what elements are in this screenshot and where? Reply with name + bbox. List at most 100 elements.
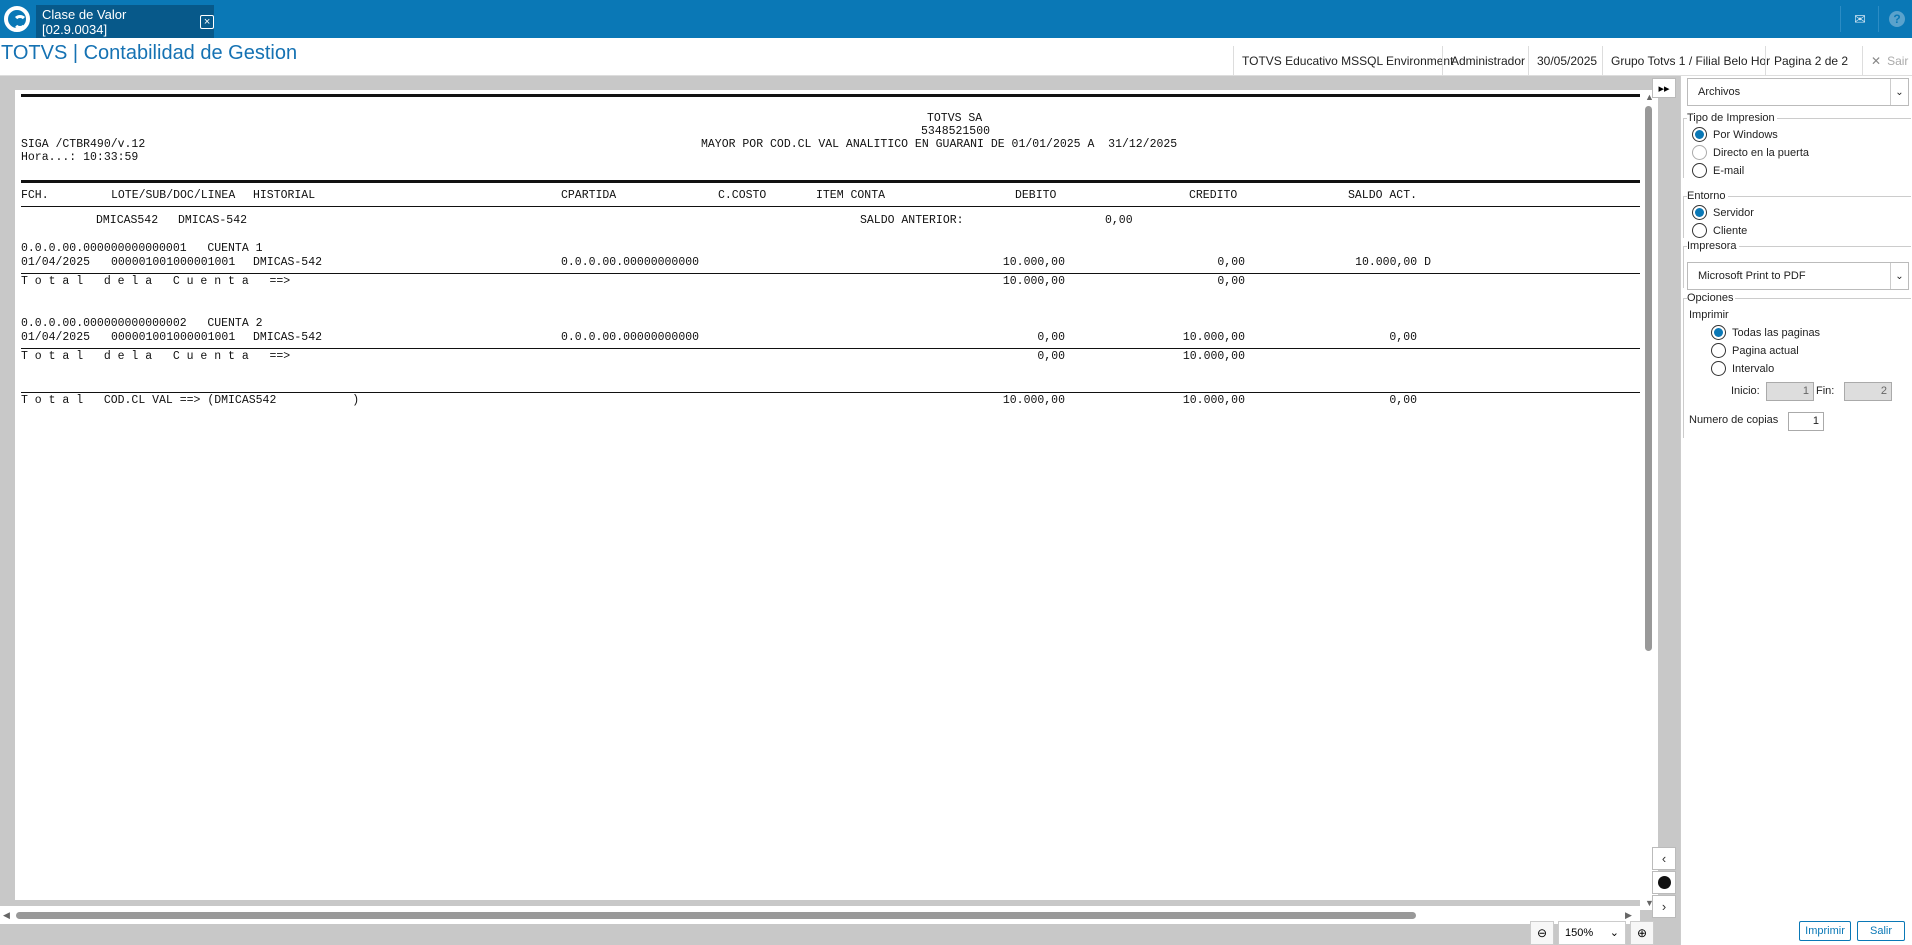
tab-title: Clase de Valor [02.9.0034]: [42, 6, 127, 37]
entry-historial: DMICAS-542: [253, 331, 323, 344]
report-company: TOTVS SA: [927, 112, 983, 125]
account-total-credit: 0,00: [1217, 275, 1245, 288]
divider: [21, 273, 1640, 274]
col-ccosto: C.COSTO: [718, 189, 767, 202]
account-header: 0.0.0.00.000000000000002 CUENTA 2: [21, 317, 263, 330]
entry-debit: 0,00: [1037, 331, 1065, 344]
environment-info: TOTVS Educativo MSSQL Environment: [1233, 46, 1461, 76]
radio-icon: [1692, 127, 1707, 142]
exit-button[interactable]: ✕ Sair: [1862, 46, 1908, 76]
print-button[interactable]: Imprimir: [1799, 921, 1851, 941]
zoom-value: 150%: [1565, 926, 1594, 939]
company-info: Grupo Totvs 1 / Filial Belo Hor: [1602, 46, 1778, 76]
col-credito: CREDITO: [1189, 189, 1238, 202]
radio-servidor[interactable]: Servidor: [1692, 205, 1754, 220]
radio-label: Todas las paginas: [1732, 326, 1821, 339]
stop-button[interactable]: [1652, 871, 1676, 894]
entry-historial: DMICAS-542: [253, 256, 323, 269]
col-lote: LOTE/SUB/DOC/LINEA: [111, 189, 236, 202]
grand-total-debit: 10.000,00: [1002, 394, 1065, 407]
radio-label: Servidor: [1713, 206, 1754, 219]
previous-page-button[interactable]: ‹: [1652, 847, 1676, 870]
scroll-thumb[interactable]: [16, 912, 1416, 919]
radio-cliente[interactable]: Cliente: [1692, 223, 1747, 238]
entry-debit: 10.000,00: [1002, 256, 1065, 269]
radio-label: Cliente: [1713, 224, 1748, 237]
account-total-label: T o t a l d e l a C u e n t a ==>: [21, 350, 291, 363]
printer-select[interactable]: Microsoft Print to PDF ⌄: [1687, 262, 1909, 290]
close-icon[interactable]: ×: [200, 14, 214, 29]
environment-group: Entorno Servidor Cliente: [1683, 190, 1911, 238]
chevron-left-icon: ‹: [1661, 851, 1667, 866]
col-historial: HISTORIAL: [253, 189, 316, 202]
next-page-button[interactable]: ›: [1652, 895, 1676, 918]
grand-total-credit: 10.000,00: [1182, 394, 1245, 407]
radio-icon: [1692, 163, 1707, 178]
account-total-debit: 0,00: [1037, 350, 1065, 363]
page-info: Pagina 2 de 2: [1765, 46, 1856, 76]
report-page: TOTVS SA 5348521500 SIGA /CTBR490/v.12 M…: [15, 90, 1640, 900]
divider: [21, 180, 1640, 183]
entry-balance: 0,00: [1389, 331, 1417, 344]
chevron-down-icon: ⌄: [1890, 263, 1908, 289]
radio-label: E-mail: [1713, 164, 1745, 177]
radio-icon: [1711, 343, 1726, 358]
copies-field[interactable]: 1: [1788, 412, 1824, 431]
chevron-down-icon: ⌄: [1609, 927, 1619, 939]
toggle-panel-button[interactable]: ▸▸: [1652, 78, 1676, 98]
zoom-in-button[interactable]: ⊕: [1630, 920, 1654, 945]
col-cpartida: CPARTIDA: [561, 189, 617, 202]
col-fch: FCH.: [21, 189, 49, 202]
file-select[interactable]: Archivos ⌄: [1687, 78, 1909, 106]
entry-date: 01/04/2025: [21, 256, 91, 269]
zoom-select[interactable]: 150% ⌄: [1558, 920, 1626, 945]
entry-credit: 10.000,00: [1182, 331, 1245, 344]
account-total-credit: 10.000,00: [1182, 350, 1245, 363]
help-icon[interactable]: ?: [1880, 0, 1912, 38]
radio-email[interactable]: E-mail: [1692, 163, 1744, 178]
chevron-down-icon: ⌄: [1890, 79, 1908, 105]
radio-label: Por Windows: [1713, 128, 1778, 141]
horizontal-scrollbar[interactable]: ◀ ▶: [0, 906, 1640, 924]
app-header: TOTVS | Contabilidad de Gestion TOTVS Ed…: [0, 38, 1912, 76]
tab-clase-de-valor[interactable]: Clase de Valor [02.9.0034] ×: [36, 5, 214, 38]
vertical-scrollbar[interactable]: ▲ ▼: [1640, 90, 1658, 910]
radio-pagina-actual[interactable]: Pagina actual: [1711, 343, 1799, 358]
divider: [21, 348, 1640, 349]
printer-label: Impresora: [1687, 240, 1739, 252]
environment-label: Entorno: [1687, 190, 1728, 202]
radio-por-windows[interactable]: Por Windows: [1692, 127, 1778, 142]
entry-credit: 0,00: [1217, 256, 1245, 269]
radio-icon: [1692, 205, 1707, 220]
end-field[interactable]: 2: [1844, 382, 1892, 401]
zoom-controls: ⊖ 150% ⌄ ⊕: [1530, 920, 1654, 945]
radio-label: Intervalo: [1732, 362, 1775, 375]
previous-balance: 0,00: [1105, 214, 1133, 227]
account-total-label: T o t a l d e l a C u e n t a ==>: [21, 275, 291, 288]
chevron-right-icon: ›: [1661, 899, 1667, 914]
account-total-debit: 10.000,00: [1002, 275, 1065, 288]
top-bar: Clase de Valor [02.9.0034] × ✉ ?: [0, 0, 1912, 38]
options-label: Opciones: [1687, 292, 1736, 304]
totvs-logo-icon[interactable]: [0, 0, 34, 38]
class-code: DMICAS542: [96, 214, 159, 227]
mail-icon[interactable]: ✉: [1843, 0, 1877, 38]
start-field[interactable]: 1: [1766, 382, 1814, 401]
radio-todas[interactable]: Todas las paginas: [1711, 325, 1820, 340]
entry-lote: 000001001000001001: [111, 256, 236, 269]
divider: [21, 392, 1640, 393]
zoom-out-button[interactable]: ⊖: [1530, 920, 1554, 945]
radio-icon: [1692, 145, 1707, 160]
entry-date: 01/04/2025: [21, 331, 91, 344]
date-info: 30/05/2025: [1528, 46, 1605, 76]
previous-balance-label: SALDO ANTERIOR:: [860, 214, 964, 227]
radio-directo[interactable]: Directo en la puerta: [1692, 145, 1809, 160]
radio-intervalo[interactable]: Intervalo: [1711, 361, 1774, 376]
print-label: Imprimir: [1689, 309, 1729, 321]
scroll-thumb[interactable]: [1645, 106, 1652, 651]
scroll-left-icon[interactable]: ◀: [3, 910, 10, 921]
end-label: Fin:: [1816, 385, 1835, 397]
divider: [1878, 6, 1879, 32]
exit-panel-button[interactable]: Salir: [1857, 921, 1905, 941]
class-name: DMICAS-542: [178, 214, 248, 227]
